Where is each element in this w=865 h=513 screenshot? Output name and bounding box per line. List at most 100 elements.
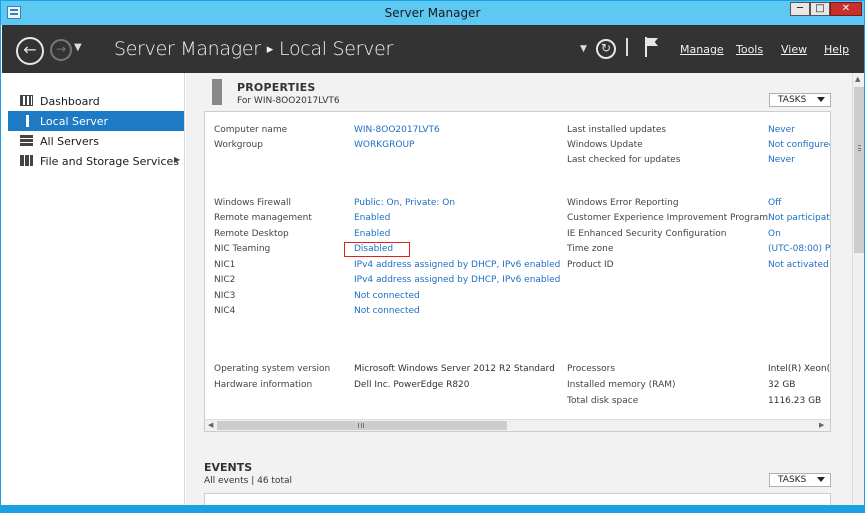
sidebar-item-label: Dashboard [40, 95, 100, 108]
scroll-up-icon[interactable]: ▲ [855, 75, 860, 83]
breadcrumb-root[interactable]: Server Manager [114, 38, 261, 60]
server-manager-window: Server Manager ─ □ ✕ ← → ▼ Server Manage… [0, 0, 865, 513]
workgroup-link[interactable]: WORKGROUP [354, 140, 414, 150]
breadcrumb-current: Local Server [279, 38, 394, 60]
properties-title: PROPERTIES [237, 81, 316, 94]
time-zone-link[interactable]: (UTC-08:00) Pacific Time [768, 244, 830, 254]
nic1-link[interactable]: IPv4 address assigned by DHCP, IPv6 enab… [354, 260, 560, 270]
prop-label: Total disk space [567, 396, 639, 406]
events-tasks-button[interactable]: TASKS [769, 473, 831, 487]
notifications-flag-icon[interactable] [643, 37, 659, 57]
local-server-icon [26, 115, 29, 127]
properties-tasks-button[interactable]: TASKS [769, 93, 831, 107]
grip-icon [358, 423, 364, 428]
last-installed-updates-link[interactable]: Never [768, 125, 795, 135]
prop-label: Remote management [214, 213, 312, 223]
hardware-info-value: Dell Inc. PowerEdge R820 [354, 380, 470, 390]
all-servers-icon [20, 135, 33, 146]
prop-label: Workgroup [214, 140, 263, 150]
error-reporting-link[interactable]: Off [768, 198, 781, 208]
windows-firewall-link[interactable]: Public: On, Private: On [354, 198, 455, 208]
back-arrow-icon[interactable]: ← [16, 37, 44, 65]
prop-label: Remote Desktop [214, 229, 289, 239]
prop-label: Last checked for updates [567, 155, 681, 165]
nic2-link[interactable]: IPv4 address assigned by DHCP, IPv6 enab… [354, 275, 560, 285]
prop-label: NIC1 [214, 260, 236, 270]
remote-management-link[interactable]: Enabled [354, 213, 390, 223]
scroll-right-icon[interactable]: ▶ [819, 421, 824, 429]
window-bottom-border [0, 505, 865, 513]
window-title: Server Manager [384, 6, 481, 20]
memory-value: 32 GB [768, 380, 796, 390]
file-storage-icon [20, 155, 33, 166]
menu-manage[interactable]: Manage [680, 43, 724, 56]
sidebar-item-label: Local Server [40, 115, 109, 128]
menu-tools[interactable]: Tools [736, 43, 763, 56]
tasks-label: TASKS [778, 95, 807, 105]
sidebar-item-label: File and Storage Services [40, 155, 180, 168]
history-dropdown-icon[interactable]: ▼ [74, 42, 82, 53]
ceip-link[interactable]: Not participating [768, 213, 830, 223]
scrollbar-thumb[interactable] [854, 87, 864, 253]
minimize-button[interactable]: ─ [790, 2, 810, 16]
vertical-scrollbar[interactable]: ▲ [852, 73, 864, 513]
prop-label: NIC4 [214, 306, 236, 316]
refresh-dropdown-icon[interactable]: ▼ [580, 44, 587, 54]
sidebar-item-label: All Servers [40, 135, 99, 148]
title-bar[interactable]: Server Manager ─ □ ✕ [1, 1, 864, 25]
nic-teaming-link[interactable]: Disabled [354, 244, 393, 254]
close-button[interactable]: ✕ [830, 2, 862, 16]
sidebar-item-all-servers[interactable]: All Servers [8, 131, 184, 151]
properties-panel: Computer name WIN-8OO2017LVT6 Workgroup … [204, 111, 831, 432]
os-version-value: Microsoft Windows Server 2012 R2 Standar… [354, 364, 555, 374]
prop-label: Windows Update [567, 140, 643, 150]
prop-label: Operating system version [214, 364, 331, 374]
chevron-down-icon [817, 477, 825, 482]
navigation-bar: ← → ▼ Server Manager ▸ Local Server ▼ ↻ Ma… [2, 25, 864, 73]
sidebar-item-dashboard[interactable]: Dashboard [8, 91, 184, 111]
sidebar-item-file-storage[interactable]: File and Storage Services ▶ [8, 151, 184, 171]
forward-arrow-icon[interactable]: → [50, 39, 72, 61]
submenu-arrow-icon[interactable]: ▶ [174, 155, 180, 164]
prop-label: Windows Firewall [214, 198, 291, 208]
sidebar-item-local-server[interactable]: Local Server [8, 111, 184, 131]
properties-tile-icon [212, 79, 222, 105]
scrollbar-thumb[interactable] [217, 421, 507, 430]
breadcrumb-separator: ▸ [266, 42, 274, 57]
prop-label: Time zone [567, 244, 614, 254]
prop-label: NIC3 [214, 291, 236, 301]
properties-subtitle: For WIN-8OO2017LVT6 [237, 96, 340, 106]
computer-name-link[interactable]: WIN-8OO2017LVT6 [354, 125, 440, 135]
prop-label: Hardware information [214, 380, 313, 390]
scroll-left-icon[interactable]: ◀ [208, 421, 213, 429]
last-checked-link[interactable]: Never [768, 155, 795, 165]
prop-label: Windows Error Reporting [567, 198, 679, 208]
remote-desktop-link[interactable]: Enabled [354, 229, 390, 239]
nic4-link[interactable]: Not connected [354, 306, 420, 316]
nic3-link[interactable]: Not connected [354, 291, 420, 301]
prop-label: IE Enhanced Security Configuration [567, 229, 727, 239]
refresh-icon[interactable]: ↻ [596, 39, 616, 59]
processors-value: Intel(R) Xeon(R) [768, 364, 831, 374]
menu-view[interactable]: View [781, 43, 807, 56]
windows-update-link[interactable]: Not configured [768, 140, 830, 150]
prop-label: Installed memory (RAM) [567, 380, 676, 390]
product-id-link[interactable]: Not activated [768, 260, 829, 270]
prop-label: Processors [567, 364, 616, 374]
grip-icon [858, 145, 861, 151]
maximize-button[interactable]: □ [810, 2, 830, 16]
disk-space-value: 1116.23 GB [768, 396, 822, 406]
menu-help[interactable]: Help [824, 43, 849, 56]
prop-label: Product ID [567, 260, 614, 270]
sidebar: Dashboard Local Server All Servers File … [2, 73, 185, 513]
prop-label: Last installed updates [567, 125, 667, 135]
events-title: EVENTS [204, 461, 253, 474]
horizontal-scrollbar[interactable]: ◀ ▶ [205, 419, 830, 431]
tasks-label: TASKS [778, 475, 807, 485]
toolbar-divider [626, 38, 628, 56]
ie-esc-link[interactable]: On [768, 229, 781, 239]
events-subtitle: All events | 46 total [204, 476, 292, 486]
prop-label: NIC Teaming [214, 244, 271, 254]
breadcrumb: Server Manager ▸ Local Server [114, 38, 393, 60]
main-content: PROPERTIES For WIN-8OO2017LVT6 TASKS Com… [186, 73, 852, 513]
